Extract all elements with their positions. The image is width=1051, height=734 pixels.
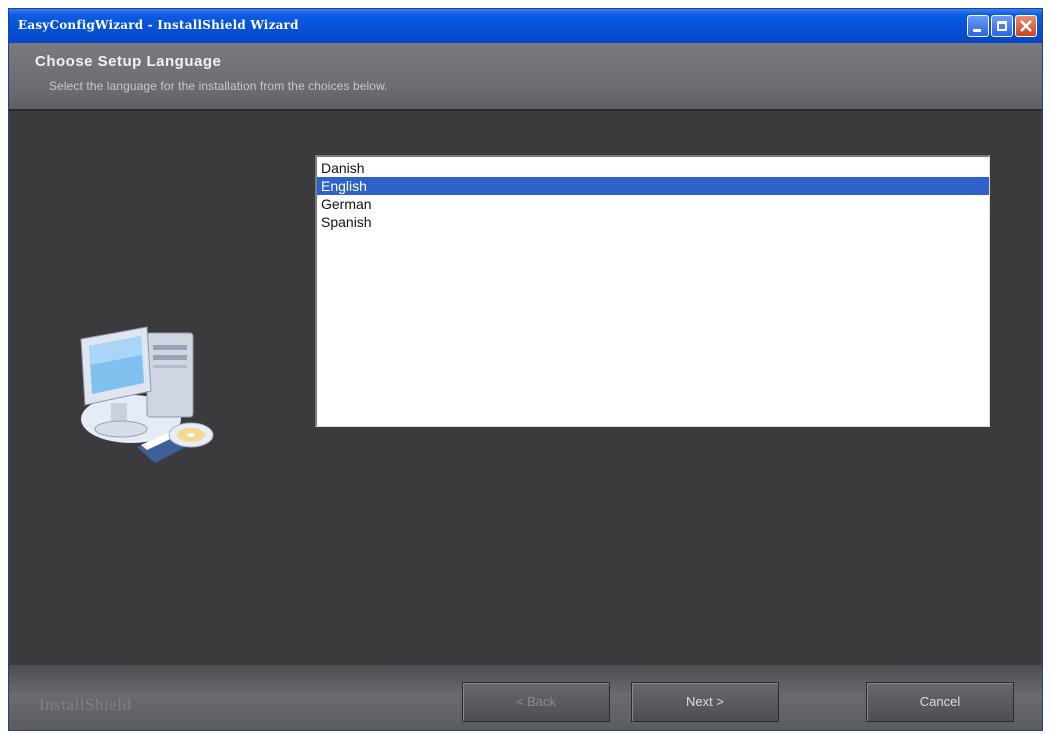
language-option-spanish[interactable]: Spanish xyxy=(317,213,989,231)
installshield-logo: InstallShield xyxy=(39,695,132,714)
language-listbox[interactable]: Danish English German Spanish xyxy=(315,155,990,427)
minimize-button[interactable] xyxy=(967,15,989,37)
window-title: EasyConfigWizard - InstallShield Wizard xyxy=(18,18,299,32)
maximize-icon xyxy=(997,21,1007,31)
wizard-header: Choose Setup Language Select the languag… xyxy=(9,43,1042,109)
language-option-danish[interactable]: Danish xyxy=(317,159,989,177)
close-button[interactable] xyxy=(1015,15,1037,37)
computer-setup-icon xyxy=(80,326,214,463)
back-button[interactable]: < Back xyxy=(462,682,610,722)
language-option-english[interactable]: English xyxy=(317,177,989,195)
next-button[interactable]: Next > xyxy=(631,682,779,722)
title-bar[interactable]: EasyConfigWizard - InstallShield Wizard xyxy=(9,9,1042,43)
maximize-button[interactable] xyxy=(991,15,1013,37)
language-option-german[interactable]: German xyxy=(317,195,989,213)
wizard-footer: InstallShield < Back Next > Cancel xyxy=(9,665,1042,730)
minimize-icon xyxy=(973,29,981,32)
close-icon xyxy=(1020,20,1032,32)
page-title: Choose Setup Language xyxy=(35,53,222,70)
header-divider xyxy=(9,109,1042,111)
page-subtitle: Select the language for the installation… xyxy=(49,79,388,93)
installshield-window: EasyConfigWizard - InstallShield Wizard … xyxy=(8,8,1043,731)
cancel-button[interactable]: Cancel xyxy=(866,682,1014,722)
